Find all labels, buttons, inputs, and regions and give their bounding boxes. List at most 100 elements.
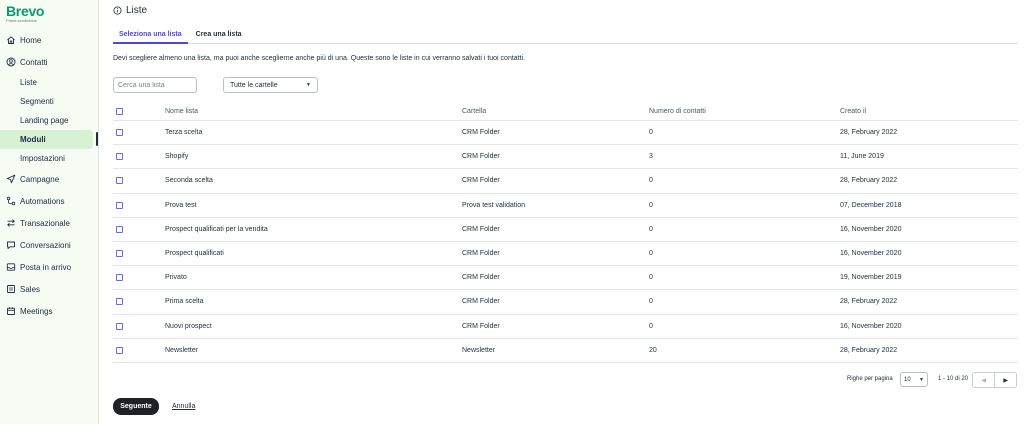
list-folder: CRM Folder [462, 274, 500, 282]
list-count: 0 [649, 274, 653, 282]
list-name: Nuovi prospect [165, 322, 212, 330]
sidebar-item-campagne[interactable]: Campagne [0, 168, 99, 190]
tab-seleziona-una-lista[interactable]: Seleziona una lista [113, 28, 188, 44]
chevron-left-icon: ◀ [981, 377, 987, 384]
column-header-nome-lista[interactable]: Nome lista [165, 108, 198, 115]
list-count: 0 [649, 129, 653, 137]
logo-text: Brevo [6, 3, 45, 19]
send-icon [6, 174, 16, 184]
row-checkbox[interactable] [116, 225, 123, 233]
sidebar-item-contatti[interactable]: Contatti [0, 51, 99, 73]
sidebar-item-landing-page[interactable]: Landing page [0, 111, 99, 130]
rows-per-page-select[interactable]: 10 ▼ [900, 372, 928, 387]
list-name: Terza scelta [165, 129, 203, 137]
sidebar-item-home[interactable]: Home [0, 29, 99, 51]
sidebar-item-moduli[interactable]: Moduli [0, 130, 93, 149]
row-checkbox[interactable] [116, 250, 123, 258]
table-row[interactable]: Newsletter Newsletter 20 28, February 2022 [113, 339, 1018, 363]
next-page-button[interactable]: ▶ [994, 373, 1016, 387]
list-date: 19, November 2019 [840, 274, 902, 282]
table-row[interactable]: Prova test Prova test validation 0 07, Dece… [113, 194, 1018, 218]
sidebar-item-posta-in-arrivo[interactable]: Posta in arrivo [0, 256, 99, 278]
row-checkbox[interactable] [116, 322, 123, 330]
sidebar-item-impostazioni[interactable]: Impostazioni [0, 149, 99, 168]
sidebar-item-label: Transazionale [20, 218, 70, 228]
sidebar-item-sales[interactable]: Sales [0, 278, 99, 300]
row-checkbox[interactable] [116, 201, 123, 209]
table-row[interactable]: Prospect qualificati CRM Folder 0 16, Novem… [113, 242, 1018, 267]
chevron-right-icon: ▶ [1003, 377, 1009, 384]
row-checkbox[interactable] [116, 274, 123, 282]
select-all-checkbox[interactable] [116, 108, 123, 115]
list-date: 28, February 2022 [840, 177, 898, 185]
list-folder: CRM Folder [462, 298, 500, 306]
row-checkbox[interactable] [116, 346, 123, 354]
folder-select[interactable]: Tutte le cartelle ▼ [223, 77, 318, 93]
list-count: 20 [649, 346, 657, 354]
active-indicator [96, 132, 98, 146]
caret-down-icon: ▼ [919, 376, 924, 383]
table-row[interactable]: Terza scelta CRM Folder 0 28, February 2022 [113, 121, 1018, 146]
table-row[interactable]: Prospect qualificati per la vendita CRM F… [113, 218, 1018, 242]
row-checkbox[interactable] [116, 177, 123, 185]
rows-per-page-label: Righe per pagina [847, 376, 893, 382]
list-count: 0 [649, 177, 653, 185]
table-row[interactable]: Seconda scelta CRM Folder 0 28, February 20… [113, 169, 1018, 194]
list-name: Prospect qualificati per la vendita [165, 225, 268, 233]
inbox-icon [6, 262, 16, 272]
row-checkbox[interactable] [116, 129, 123, 137]
list-date: 16, November 2020 [840, 250, 902, 258]
list-name: Shopify [165, 153, 189, 161]
column-header-numero-contatti[interactable]: Numero di contatti [649, 108, 706, 115]
row-checkbox[interactable] [116, 153, 123, 161]
list-count: 0 [649, 298, 653, 306]
sidebar-item-label: Posta in arrivo [20, 262, 72, 272]
list-folder: CRM Folder [462, 177, 500, 185]
next-button[interactable]: Seguente [113, 398, 159, 415]
list-date: 28, February 2022 [840, 346, 898, 354]
list-date: 16, November 2020 [840, 322, 902, 330]
description-text: Devi scegliere almeno una lista, ma puoi… [113, 55, 526, 62]
list-count: 0 [649, 225, 653, 233]
tab-bar: Seleziona una lista Crea una lista [113, 28, 1018, 44]
previous-page-button[interactable]: ◀ [973, 373, 994, 387]
calendar-icon [6, 306, 16, 316]
table-row[interactable]: Prima scelta CRM Folder 0 28, February 2022 [113, 290, 1018, 315]
row-checkbox[interactable] [116, 298, 123, 306]
sidebar-item-conversazioni[interactable]: Conversazioni [0, 234, 99, 256]
sales-icon [6, 284, 16, 294]
column-header-creato-il[interactable]: Creato il [840, 108, 866, 115]
automation-icon [6, 196, 16, 206]
cancel-link[interactable]: Annulla [172, 403, 195, 410]
sidebar-item-label: Liste [20, 78, 37, 87]
page-title: Liste [113, 5, 147, 16]
sidebar-item-label: Segmenti [20, 97, 54, 106]
list-date: 16, November 2020 [840, 225, 902, 233]
sidebar-item-liste[interactable]: Liste [0, 73, 99, 92]
brevo-logo[interactable]: Brevo Prima sendinblue [6, 4, 44, 23]
arrows-icon [6, 218, 16, 228]
lists-table: Nome lista Cartella Numero di contatti C… [113, 103, 1018, 363]
folder-select-value: Tutte le cartelle [230, 81, 278, 89]
table-row[interactable]: Shopify CRM Folder 3 11, June 2019 [113, 145, 1018, 170]
list-folder: CRM Folder [462, 322, 500, 330]
table-row[interactable]: Nuovi prospect CRM Folder 0 16, November 20… [113, 315, 1018, 339]
sidebar: Brevo Prima sendinblue Home Contatti Lis… [0, 0, 99, 424]
sidebar-item-transazionale[interactable]: Transazionale [0, 212, 99, 234]
sidebar-item-label: Meetings [20, 306, 53, 316]
sidebar-item-segmenti[interactable]: Segmenti [0, 92, 99, 111]
caret-down-icon: ▼ [306, 82, 311, 88]
sidebar-item-label: Campagne [20, 174, 60, 184]
info-icon [113, 6, 122, 15]
tab-crea-una-lista[interactable]: Crea una lista [190, 28, 248, 44]
sidebar-item-automations[interactable]: Automations [0, 190, 99, 212]
contacts-icon [6, 57, 16, 67]
list-date: 28, February 2022 [840, 298, 898, 306]
column-header-cartella[interactable]: Cartella [462, 108, 486, 115]
list-folder: CRM Folder [462, 250, 500, 258]
sidebar-item-label: Impostazioni [20, 154, 65, 163]
search-input[interactable] [113, 77, 197, 93]
list-name: Prospect qualificati [165, 250, 224, 258]
table-row[interactable]: Privato CRM Folder 0 19, November 2019 [113, 266, 1018, 291]
sidebar-item-meetings[interactable]: Meetings [0, 300, 99, 322]
